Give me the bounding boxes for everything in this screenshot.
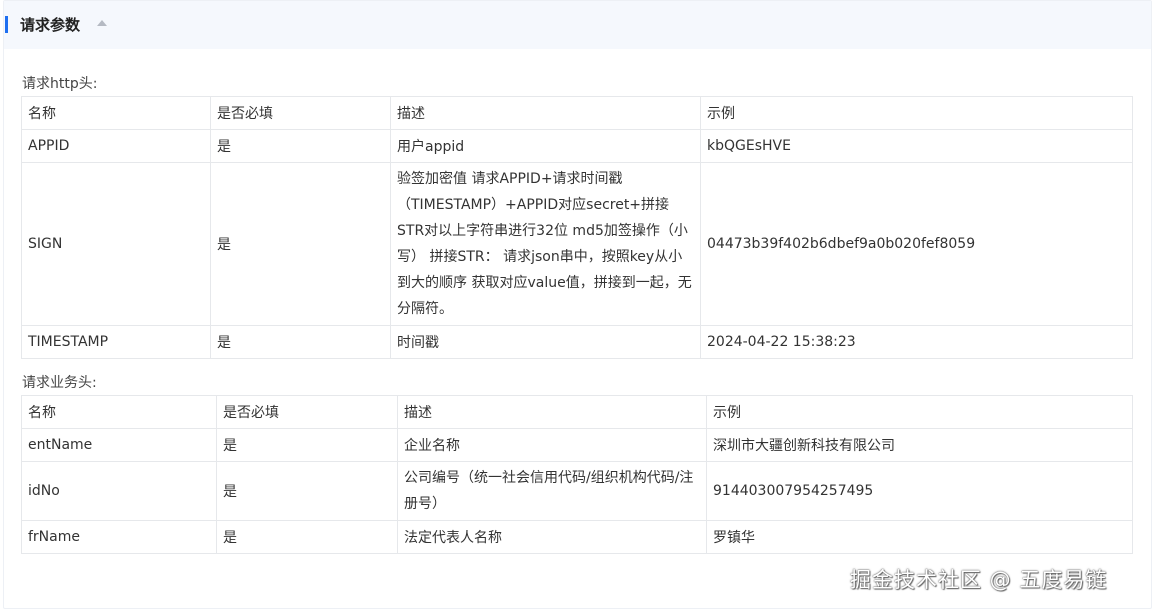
table-header-row: 名称 是否必填 描述 示例 bbox=[21, 96, 1133, 130]
param-description: 企业名称 bbox=[397, 428, 707, 462]
column-header: 名称 bbox=[21, 96, 211, 130]
http-section-label: 请求http头: bbox=[22, 76, 98, 92]
table-row: idNo 是 公司编号（统一社会信用代码/组织机构代码/注册号） 9144030… bbox=[21, 461, 1133, 521]
column-header: 描述 bbox=[390, 96, 701, 130]
param-name: frName bbox=[21, 520, 217, 554]
table-row: TIMESTAMP 是 时间戳 2024-04-22 15:38:23 bbox=[21, 325, 1133, 359]
param-required: 是 bbox=[216, 428, 398, 462]
param-description: 法定代表人名称 bbox=[397, 520, 707, 554]
table-row: SIGN 是 验签加密值 请求APPID+请求时间戳（TIMESTAMP）+AP… bbox=[21, 162, 1133, 326]
table-row: entName 是 企业名称 深圳市大疆创新科技有限公司 bbox=[21, 428, 1133, 462]
biz-header-table: 名称 是否必填 描述 示例 entName 是 企业名称 深圳市大疆创新科技有限… bbox=[21, 395, 1133, 554]
param-example: kbQGEsHVE bbox=[700, 129, 1133, 163]
panel-header[interactable]: 请求参数 bbox=[4, 1, 1151, 49]
param-example: 04473b39f402b6dbef9a0b020fef8059 bbox=[700, 162, 1133, 326]
param-example: 罗镇华 bbox=[706, 520, 1133, 554]
param-required: 是 bbox=[210, 325, 391, 359]
http-header-table: 名称 是否必填 描述 示例 APPID 是 用户appid kbQGEsHVE … bbox=[21, 96, 1133, 359]
collapse-caret-icon[interactable] bbox=[97, 20, 107, 26]
column-header: 是否必填 bbox=[210, 96, 391, 130]
column-header: 是否必填 bbox=[216, 395, 398, 429]
biz-section-label: 请求业务头: bbox=[22, 375, 97, 391]
param-name: entName bbox=[21, 428, 217, 462]
param-name: idNo bbox=[21, 461, 217, 521]
param-example: 914403007954257495 bbox=[706, 461, 1133, 521]
param-name: SIGN bbox=[21, 162, 211, 326]
header-accent-bar bbox=[5, 16, 8, 33]
table-row: APPID 是 用户appid kbQGEsHVE bbox=[21, 129, 1133, 163]
panel-title: 请求参数 bbox=[20, 16, 81, 34]
param-required: 是 bbox=[210, 162, 391, 326]
param-description: 验签加密值 请求APPID+请求时间戳（TIMESTAMP）+APPID对应se… bbox=[390, 162, 701, 326]
param-required: 是 bbox=[216, 461, 398, 521]
param-description: 时间戳 bbox=[390, 325, 701, 359]
column-header: 示例 bbox=[700, 96, 1133, 130]
column-header: 名称 bbox=[21, 395, 217, 429]
column-header: 示例 bbox=[706, 395, 1133, 429]
param-description: 用户appid bbox=[390, 129, 701, 163]
param-name: TIMESTAMP bbox=[21, 325, 211, 359]
param-example: 2024-04-22 15:38:23 bbox=[700, 325, 1133, 359]
param-example: 深圳市大疆创新科技有限公司 bbox=[706, 428, 1133, 462]
table-header-row: 名称 是否必填 描述 示例 bbox=[21, 395, 1133, 429]
table-row: frName 是 法定代表人名称 罗镇华 bbox=[21, 520, 1133, 554]
param-required: 是 bbox=[216, 520, 398, 554]
watermark: 掘金技术社区 @ 五度易链 bbox=[850, 568, 1108, 592]
param-required: 是 bbox=[210, 129, 391, 163]
param-description: 公司编号（统一社会信用代码/组织机构代码/注册号） bbox=[397, 461, 707, 521]
column-header: 描述 bbox=[397, 395, 707, 429]
param-name: APPID bbox=[21, 129, 211, 163]
